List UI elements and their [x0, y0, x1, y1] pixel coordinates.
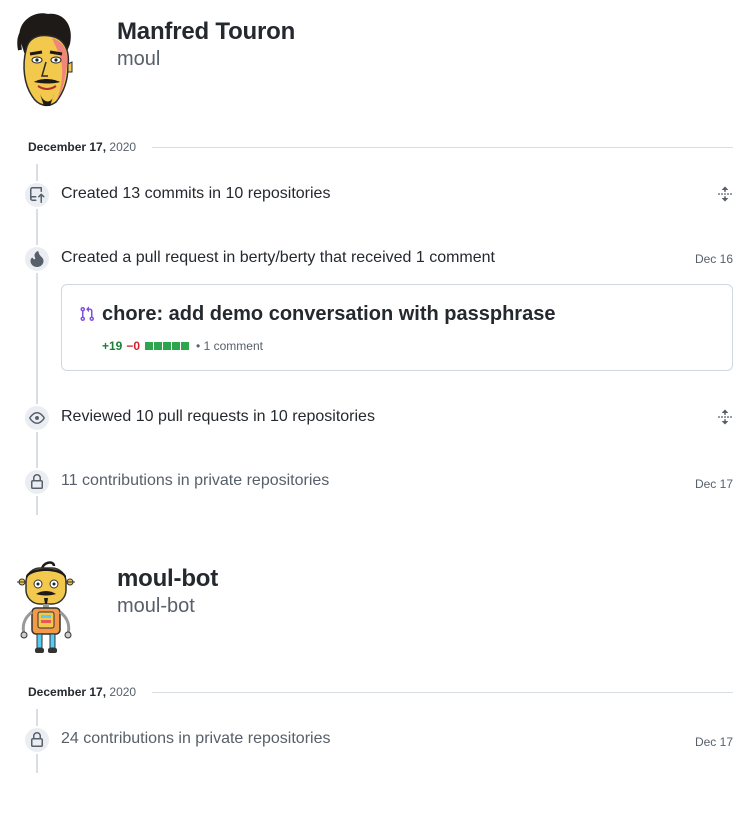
diffstat-block	[145, 342, 154, 350]
event-private-contributions: 24 contributions in private repositories	[61, 730, 331, 747]
eye-icon	[23, 404, 51, 432]
git-pull-request-icon	[79, 306, 95, 322]
username: moul-bot	[117, 595, 195, 617]
event-date: Dec 17	[694, 477, 733, 491]
avatar-robot-image	[17, 561, 75, 653]
date-day: December 17,	[28, 140, 107, 154]
deletions-count: −0	[126, 339, 141, 353]
display-name: moul-bot	[117, 565, 219, 592]
event-date: Dec 17	[694, 735, 733, 749]
event-private-contributions: 11 contributions in private repositories	[61, 472, 330, 489]
timeline-date-header: December 17, 2020	[28, 685, 733, 699]
pull-request-title-link[interactable]: chore: add demo conversation with passph…	[102, 303, 555, 326]
event-commits-summary[interactable]: Created 13 commits in 10 repositories	[61, 185, 330, 203]
diffstat-block	[154, 342, 163, 350]
diffstat-bar	[145, 342, 190, 350]
diffstat-block	[181, 342, 190, 350]
diffstat-block	[172, 342, 181, 350]
lock-icon	[23, 726, 51, 754]
lock-icon	[23, 468, 51, 496]
unfold-icon[interactable]	[717, 186, 733, 202]
diffstat-block	[163, 342, 172, 350]
pull-request-meta: +19 −0 • 1 comment	[102, 339, 263, 353]
pull-request-card[interactable]: chore: add demo conversation with passph…	[61, 284, 733, 371]
date-day: December 17,	[28, 685, 107, 699]
flame-icon	[23, 245, 51, 273]
repo-push-icon	[23, 181, 51, 209]
comment-count-label: 1 comment	[203, 339, 263, 353]
display-name: Manfred Touron	[117, 18, 296, 45]
username: moul	[117, 48, 161, 70]
avatar[interactable]	[12, 10, 80, 110]
comment-count: • 1 comment	[196, 339, 263, 353]
date-label: December 17, 2020	[28, 140, 136, 154]
event-reviews-summary[interactable]: Reviewed 10 pull requests in 10 reposito…	[61, 408, 375, 426]
divider	[152, 147, 733, 148]
date-year: 2020	[109, 685, 137, 699]
date-year: 2020	[109, 140, 137, 154]
divider	[152, 692, 733, 693]
timeline-date-header: December 17, 2020	[28, 140, 733, 154]
event-date: Dec 16	[694, 252, 733, 266]
avatar[interactable]	[14, 560, 82, 655]
avatar-caricature-image	[17, 13, 73, 107]
additions-count: +19	[102, 339, 123, 353]
event-pull-request-summary[interactable]: Created a pull request in berty/berty th…	[61, 249, 495, 267]
unfold-icon[interactable]	[717, 409, 733, 425]
date-label: December 17, 2020	[28, 685, 136, 699]
timeline-line	[36, 164, 38, 515]
